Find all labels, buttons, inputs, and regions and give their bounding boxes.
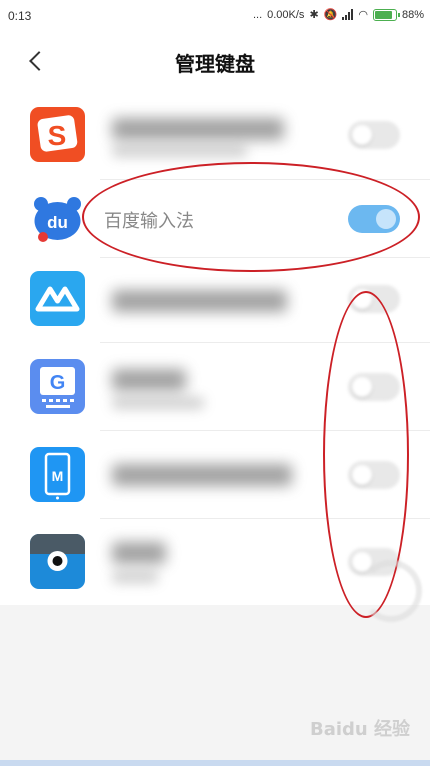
keyboard-name-blurred [112, 542, 166, 564]
loading-spinner-icon [360, 560, 422, 622]
keyboard-subtitle-blurred [112, 571, 158, 583]
keyboard-name-blurred [112, 118, 284, 140]
other-keyboard-icon [30, 534, 85, 589]
keyboard-row-sogou: S [0, 90, 430, 180]
status-dots: ... [252, 8, 263, 21]
watermark: Baidu 经验 [309, 719, 410, 740]
status-icons: ... 0.00K/s ✱ 🔕 ◠ 88% [253, 8, 424, 21]
micro-keyboard-icon: M [30, 447, 85, 502]
keyboard-subtitle-blurred [112, 397, 204, 409]
svg-text:S: S [48, 120, 67, 151]
keyboard-name-blurred [112, 369, 186, 391]
svg-text:G: G [50, 372, 66, 394]
keyboard-row-micro: M [0, 431, 430, 519]
bluetooth-icon: ✱ [309, 9, 319, 21]
keyboard-row-xunfei [0, 258, 430, 343]
keyboard-list: S du 百度输入法 G M [0, 90, 430, 605]
status-bar: 0:13 ... 0.00K/s ✱ 🔕 ◠ 88% [0, 0, 430, 32]
toggle-baidu[interactable] [348, 205, 400, 233]
keyboard-row-baidu: du 百度输入法 [0, 180, 430, 258]
signal-icon [342, 9, 354, 20]
toggle-micro[interactable] [348, 461, 400, 489]
app-header: 管理键盘 [0, 32, 430, 90]
xunfei-keyboard-icon [30, 271, 85, 326]
gboard-keyboard-icon: G [30, 359, 85, 414]
svg-text:M: M [52, 468, 64, 484]
sogou-keyboard-icon: S [30, 107, 85, 162]
network-speed: 0.00K/s [267, 8, 305, 21]
svg-text:du: du [47, 213, 68, 232]
keyboard-name-blurred [112, 464, 292, 486]
keyboard-row-gboard: G [0, 343, 430, 431]
keyboard-name: 百度输入法 [104, 211, 194, 232]
toggle-xunfei[interactable] [348, 285, 400, 313]
battery-icon [372, 8, 400, 21]
page-title: 管理键盘 [175, 52, 255, 76]
baidu-keyboard-icon: du [30, 192, 85, 247]
toggle-sogou[interactable] [348, 121, 400, 149]
status-time: 0:13 [8, 9, 32, 23]
keyboard-subtitle-blurred [112, 145, 247, 157]
battery-percent: 88% [401, 8, 424, 21]
bottom-strip [0, 760, 430, 766]
mute-icon: 🔕 [323, 9, 338, 21]
toggle-gboard[interactable] [348, 373, 400, 401]
wifi-icon: ◠ [358, 9, 368, 21]
keyboard-name-blurred [112, 290, 287, 312]
